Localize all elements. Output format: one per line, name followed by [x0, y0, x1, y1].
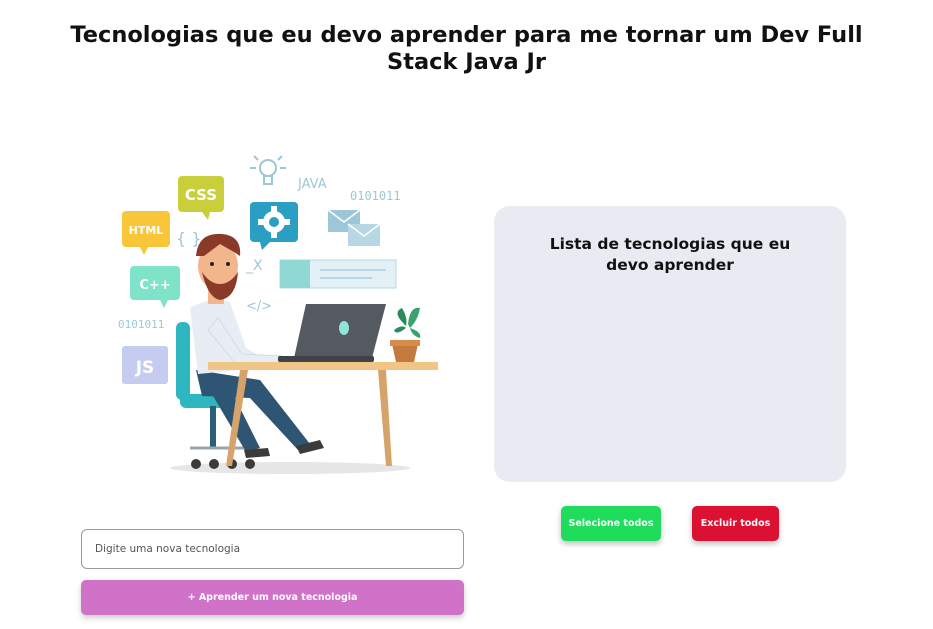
- laptop-icon: [278, 304, 386, 362]
- page-title: Tecnologias que eu devo aprender para me…: [70, 22, 863, 75]
- css-badge: CSS: [178, 176, 224, 220]
- add-technology-button[interactable]: + Aprender um nova tecnologia: [81, 580, 464, 615]
- code-tag-label: </>: [246, 299, 272, 314]
- svg-text:C++: C++: [139, 278, 170, 293]
- gear-icon: [250, 202, 298, 250]
- mail-icon: [327, 209, 381, 246]
- cpp-badge: C++: [130, 266, 180, 308]
- braces-label: { }: [176, 229, 201, 248]
- svg-text:JS: JS: [135, 358, 155, 378]
- technology-list-panel: Lista de tecnologias que eu devo aprende…: [494, 206, 846, 482]
- svg-text:HTML: HTML: [129, 224, 164, 237]
- browser-window-icon: [279, 259, 397, 289]
- lightbulb-icon: [250, 155, 286, 185]
- list-title: Lista de tecnologias que eu devo aprende…: [549, 235, 791, 274]
- js-badge: JS: [122, 346, 168, 384]
- html-badge: HTML: [122, 211, 170, 255]
- svg-text:CSS: CSS: [185, 186, 217, 204]
- developer-illustration: JAVA 0101011 CSS HTML { } _X C++ </> 010…: [110, 148, 440, 478]
- plant-icon: [390, 307, 421, 362]
- delete-all-button[interactable]: Excluir todos: [692, 506, 779, 541]
- x-mark-label: _X: [245, 258, 263, 274]
- binary-top-label: 0101011: [350, 189, 401, 203]
- new-technology-input[interactable]: [81, 529, 464, 569]
- binary-left-label: 0101011: [118, 318, 164, 331]
- select-all-button[interactable]: Selecione todos: [561, 506, 661, 541]
- java-label: JAVA: [297, 177, 327, 192]
